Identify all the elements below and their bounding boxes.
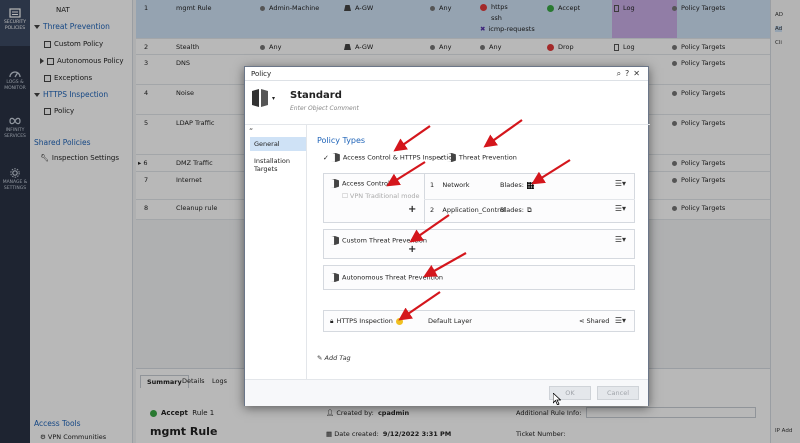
layer-row[interactable]: 2 Application_Control: [430, 206, 505, 214]
add-tp-layer-button[interactable]: +: [408, 244, 416, 255]
shared-layer-badge: ⋖ Shared: [579, 317, 610, 325]
https-inspection-label: 🔒︎ HTTPS Inspection: [330, 317, 403, 326]
tag-icon: ✎: [317, 354, 325, 362]
layer-icon: [330, 273, 339, 282]
layer-icon: [330, 179, 339, 188]
policy-types-heading: Policy Types: [317, 136, 366, 145]
access-control-box: Access Control ☐ VPN Traditional mode + …: [323, 173, 635, 224]
dialog-sidebar: “ General Installation Targets: [245, 125, 307, 390]
layer-menu-icon[interactable]: ☰▾: [615, 179, 626, 188]
policy-name[interactable]: Standard: [290, 90, 342, 101]
quote-icon: “: [249, 127, 254, 136]
icon-dropdown-chevron[interactable]: ▾: [272, 95, 275, 102]
close-icon[interactable]: ✕: [633, 69, 644, 78]
checkbox-icon: ☐: [342, 192, 350, 200]
dialog-titlebar: Policy ⌕?✕: [245, 67, 648, 81]
mouse-cursor-icon: [553, 393, 561, 405]
vpn-traditional-mode[interactable]: ☐ VPN Traditional mode: [342, 192, 420, 200]
layer-blades: Blades: ⧉: [500, 206, 532, 214]
https-inspection-box: 🔒︎ HTTPS Inspection Default Layer ⋖ Share…: [323, 310, 635, 332]
custom-threat-prevention-box: Custom Threat Prevention + ☰▾: [323, 229, 635, 259]
policy-dialog: Policy ⌕?✕ ▾ Standard Enter Object Comme…: [244, 66, 650, 406]
blades-grid-icon: [526, 181, 534, 189]
add-layer-button[interactable]: +: [408, 204, 416, 215]
layer-menu-icon[interactable]: ☰▾: [615, 235, 626, 244]
autonomous-threat-prevention-box: Autonomous Threat Prevention: [323, 265, 635, 290]
layer-menu-icon[interactable]: ☰▾: [615, 204, 626, 213]
search-icon[interactable]: ⌕: [617, 69, 625, 78]
sidebar-item-general[interactable]: General: [250, 137, 306, 151]
https-icon: 🔒︎: [330, 317, 334, 325]
checkmark-icon: ✓: [323, 153, 329, 162]
object-header: ▾ Standard Enter Object Comment: [245, 81, 650, 125]
checkmark-icon: ✓: [439, 153, 445, 162]
https-default-layer[interactable]: Default Layer: [428, 317, 472, 325]
layer-blades: Blades:: [500, 181, 534, 189]
object-comment-input[interactable]: Enter Object Comment: [290, 105, 359, 112]
layer-menu-icon[interactable]: ☰▾: [615, 316, 626, 325]
cancel-button[interactable]: Cancel: [597, 386, 639, 400]
autonomous-tp-label: Autonomous Threat Prevention: [330, 273, 443, 282]
dialog-controls: ⌕?✕: [617, 69, 644, 79]
layer-icon: [330, 236, 339, 245]
threat-prevention-checkbox[interactable]: ✓ Threat Prevention: [439, 153, 517, 162]
dialog-footer: OK Cancel: [245, 379, 648, 406]
sidebar-item-installation-targets[interactable]: Installation Targets: [250, 154, 306, 176]
layer-icon: [330, 153, 340, 162]
layer-icon: [446, 153, 456, 162]
share-icon: ⋖: [579, 317, 587, 325]
access-control-label: Access Control: [330, 179, 390, 188]
access-control-https-checkbox[interactable]: ✓ Access Control & HTTPS Inspection: [323, 153, 456, 162]
add-tag-link[interactable]: ✎ Add Tag: [317, 354, 351, 362]
warning-icon: [395, 317, 403, 325]
layer-row[interactable]: 1 Network: [430, 181, 470, 189]
app-blade-icon: ⧉: [526, 206, 532, 214]
policy-layers-icon: [252, 89, 268, 107]
